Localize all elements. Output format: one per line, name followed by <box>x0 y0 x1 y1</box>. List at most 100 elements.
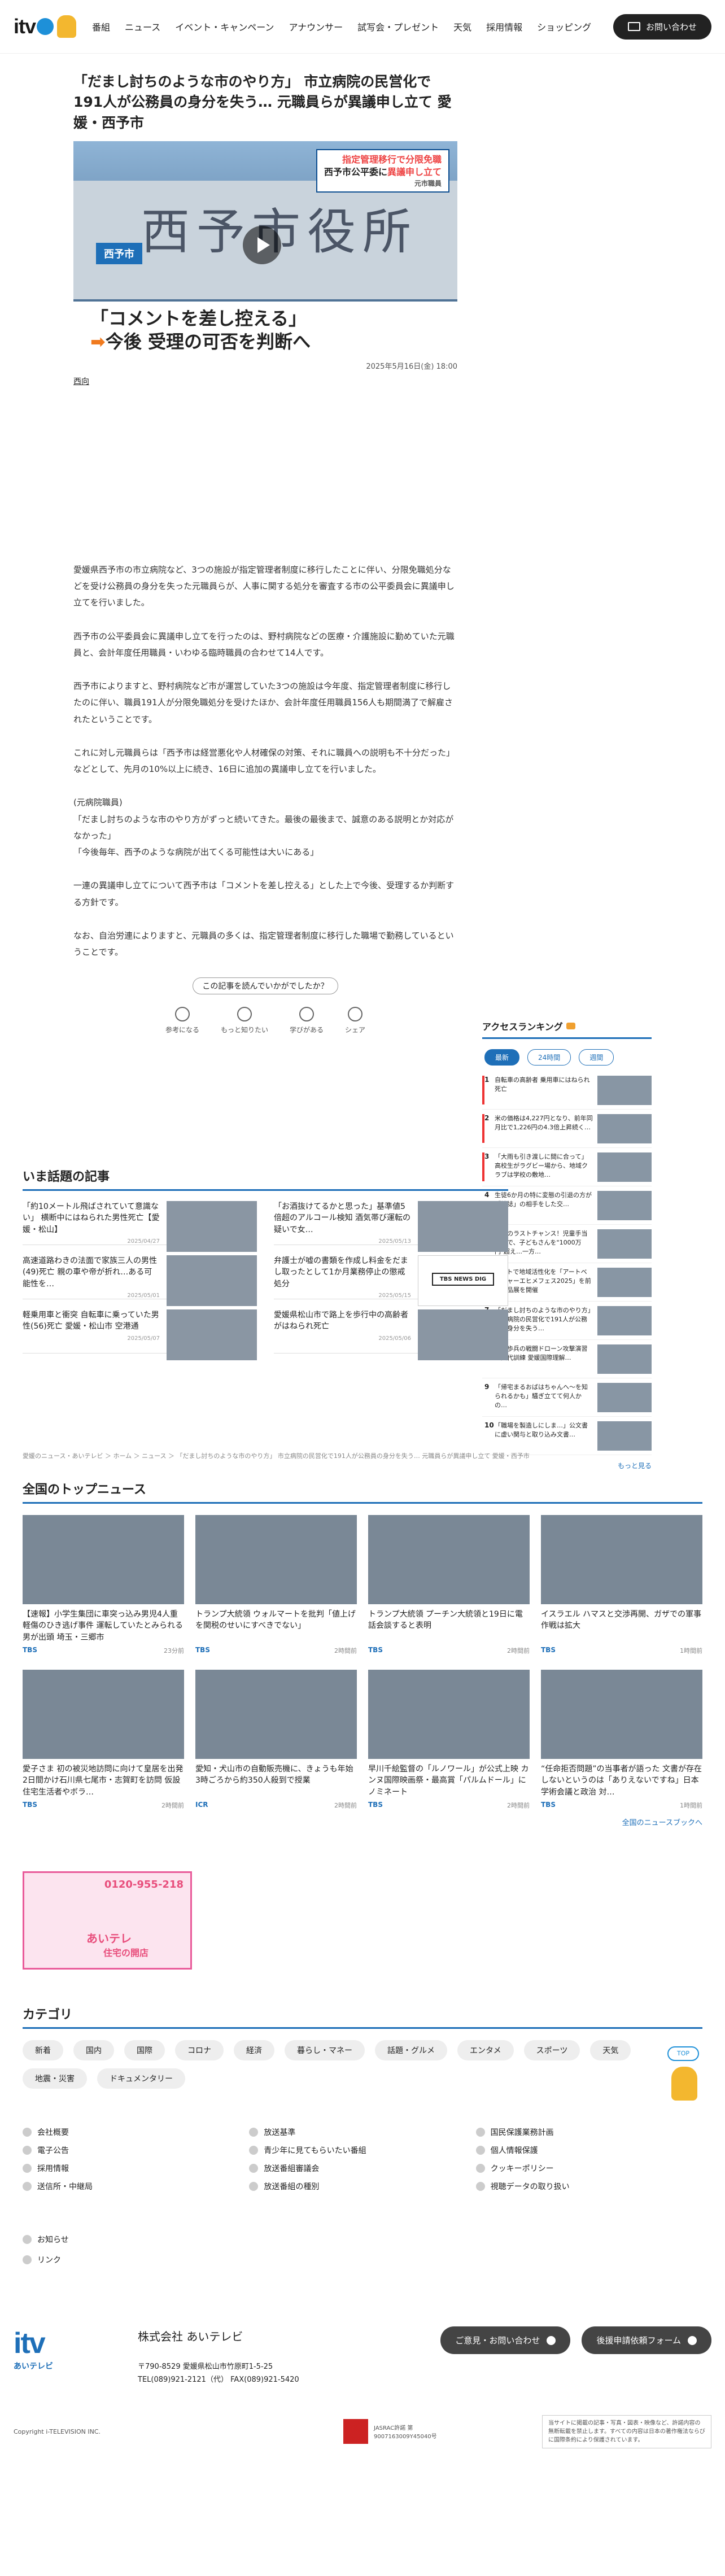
nav-item-news[interactable]: ニュース <box>125 20 160 33</box>
ranking-item[interactable]: 9 「帰宅まるおばはちゃんへ～を知られるかも」騒ぎ立てて何人かの… <box>482 1378 652 1417</box>
top-news-title: 早川千絵監督の「ルノワール」が公式上映 カンヌ国際映画祭・最高賞「パルムドール」… <box>368 1765 529 1797</box>
footer-link[interactable]: 送信所・中継局 <box>23 2181 249 2192</box>
category-pill[interactable]: スポーツ <box>523 2040 580 2060</box>
category-pill[interactable]: 国際 <box>124 2040 165 2060</box>
hot-news-title: 愛媛県松山市で路上を歩行中の高齢者がはねられ死亡 <box>274 1311 408 1331</box>
feedback-button[interactable]: ご意見・お問い合わせ <box>440 2326 571 2354</box>
top-news-image <box>368 1670 530 1759</box>
chevron-circle-icon <box>23 2146 32 2155</box>
hot-news-item[interactable]: 弁護士が嘘の書類を作成し料金をだまし取ったとして1か月業務停止の懲戒処分 2025… <box>274 1245 508 1306</box>
ranking-item-title: 「大雨も引き渡しに間に合って」高校生がラグビー場から、地域クラブは学校の敷地… <box>495 1153 588 1178</box>
footer-link[interactable]: 放送基準 <box>249 2127 475 2138</box>
nav-item-presents[interactable]: 試写会・プレゼント <box>357 20 439 33</box>
logo-mark-icon <box>37 18 54 35</box>
tab-24h[interactable]: 24時間 <box>527 1049 571 1066</box>
reaction-learn[interactable]: 学びがある <box>290 1007 324 1034</box>
category-pill[interactable]: コロナ <box>175 2040 224 2060</box>
category-pill[interactable]: 天気 <box>590 2040 631 2060</box>
nav-item-programs[interactable]: 番組 <box>92 20 110 33</box>
category-pill[interactable]: 地震・災害 <box>23 2068 87 2089</box>
footer-link[interactable]: 青少年に見てもらいたい番組 <box>249 2145 475 2156</box>
top-news-card[interactable]: イスラエル ハマスと交渉再開、ガザでの軍事作戦は拡大 TBS 1時間前 <box>541 1515 702 1655</box>
ranking-more-link[interactable]: もっと見る <box>482 1461 652 1470</box>
top-news-title: 全国のトップニュース <box>23 1479 702 1504</box>
footer-link[interactable]: 視聴データの取り扱い <box>475 2181 702 2192</box>
ranking-item-title: 戦車歩兵の戦闘ドローン攻撃演習で交代訓練 愛媛国際理解… <box>495 1345 588 1361</box>
reaction-share[interactable]: シェア <box>345 1007 365 1034</box>
page-top-button[interactable]: TOP <box>667 2046 701 2108</box>
nav-item-events[interactable]: イベント・キャンペーン <box>175 20 274 33</box>
category-pill[interactable]: 経済 <box>234 2040 274 2060</box>
footer-link[interactable]: 会社概要 <box>23 2127 249 2138</box>
play-icon[interactable] <box>243 225 281 264</box>
footer-link-label: お知らせ <box>37 2236 69 2245</box>
top-news-card[interactable]: トランプ大統領 ウォルマートを批判「値上げを関税のせいにすべきでない」 TBS 2時… <box>195 1515 357 1655</box>
footer-link[interactable]: 電子公告 <box>23 2145 249 2156</box>
chevron-circle-icon <box>23 2164 32 2173</box>
top-news-more-link[interactable]: 全国のニュースブックへ <box>23 1817 702 1827</box>
category-pill[interactable]: ドキュメンタリー <box>97 2068 185 2089</box>
article-date: 2025年5月16日(金) 18:00 <box>366 362 457 371</box>
category-pill[interactable]: エンタメ <box>457 2040 514 2060</box>
footer-link[interactable]: 放送番組の種別 <box>249 2181 475 2192</box>
nav-item-weather[interactable]: 天気 <box>453 20 471 33</box>
category-pill[interactable]: 国内 <box>73 2040 114 2060</box>
nav-item-recruit[interactable]: 採用情報 <box>486 20 522 33</box>
hot-news-date: 2025/05/07 <box>127 1335 160 1342</box>
hot-news-item[interactable]: 愛媛県松山市で路上を歩行中の高齢者がはねられ死亡 2025/05/06 <box>274 1299 508 1360</box>
share-icon <box>348 1007 363 1022</box>
footer-link[interactable]: お知らせ <box>23 2234 69 2245</box>
chevron-circle-icon <box>249 2182 259 2191</box>
ranking-item-title: 「だまし討ちのような市のやり方」市立病院の民営化で191人が公務員の身分を失う… <box>495 1307 591 1332</box>
top-news-source: ICR <box>195 1801 208 1809</box>
company-info: 株式会社 あいテレビ 〒790-8529 愛媛県松山市竹原町1-5-25 TEL… <box>138 2326 299 2387</box>
category-pill[interactable]: 暮らし・マネー <box>285 2040 365 2060</box>
top-news-card[interactable]: 【速報】小学生集団に車突っ込み男児4人重軽傷のひき逃げ事件 運転していたとみられ… <box>23 1515 184 1655</box>
top-news-image <box>541 1670 702 1759</box>
hot-news-item[interactable]: 高速道路わきの法面で家族三人の男性(49)死亡 親の車や帝が折れ…ある可能性を…… <box>23 1245 257 1306</box>
top-news-card[interactable]: “任命拒否問題”の当事者が語った 文書が存在しないというのは「ありえないですね」… <box>541 1670 702 1810</box>
top-news-title: イスラエル ハマスと交渉再開、ガザでの軍事作戦は拡大 <box>541 1610 702 1631</box>
ranking-item[interactable]: 1 自転車の高齢者 乗用車にはねられ死亡 <box>482 1071 652 1110</box>
category-pill[interactable]: 新着 <box>23 2040 63 2060</box>
ranking-item[interactable]: 10 「職場を製造しにしま…」公文書に虚い関与と取り込み文書… <box>482 1417 652 1455</box>
rank-number: 9 <box>484 1383 490 1391</box>
top-news-meta: TBS 23分前 <box>23 1646 184 1655</box>
reaction-helpful[interactable]: 参考になる <box>165 1007 199 1034</box>
article-video[interactable]: 西予市役所 西予市 指定管理移行で分限免職 西予市公平委に異議申し立て 元市職員… <box>73 141 457 356</box>
top-news-card[interactable]: 愛知・犬山市の自動販売機に、きょうも年始3時ごろから約350人殺到で授業 ICR 2… <box>195 1670 357 1810</box>
category-section: カテゴリ 新着 国内 国際 コロナ 経済 暮らし・マネー 話題・グルメ エンタメ スポーツ 天気地… <box>23 2005 702 2089</box>
ranking-item[interactable]: 2 米の価格は4,227円となり、前年同月比で1,226円の4.3倍上昇続く… <box>482 1110 652 1148</box>
footer-link[interactable]: リンク <box>23 2254 69 2265</box>
top-news-card[interactable]: トランプ大統領 プーチン大統領と19日に電話会談すると表明 TBS 2時間前 <box>368 1515 530 1655</box>
top-news-time: 2時間前 <box>507 1802 530 1809</box>
category-pill[interactable]: 話題・グルメ <box>375 2040 447 2060</box>
nav-item-shopping[interactable]: ショッピング <box>537 20 591 33</box>
site-logo[interactable]: itv <box>14 15 77 38</box>
top-news-card[interactable]: 愛子さま 初の被災地訪問に向けて皇居を出発 2日間かけ石川県七尾市・志賀町を訪問… <box>23 1670 184 1810</box>
chevron-circle-icon <box>23 2128 32 2137</box>
reaction-more[interactable]: もっと知りたい <box>221 1007 268 1034</box>
promo-banner[interactable]: 0120-955-218 あいテレ 住宅の開店 <box>23 1871 192 1970</box>
footer-link[interactable]: 放送番組審議会 <box>249 2163 475 2174</box>
nav-item-announcers[interactable]: アナウンサー <box>289 20 343 33</box>
footer-link[interactable]: 採用情報 <box>23 2163 249 2174</box>
top-news-card[interactable]: 早川千絵監督の「ルノワール」が公式上映 カンヌ国際映画祭・最高賞「パルムドール」… <box>368 1670 530 1810</box>
hot-news-item[interactable]: 「約10メートル飛ばされていて意識ない」 横断中にはねられた男性死亡【愛媛・松山… <box>23 1191 257 1252</box>
jasrac-logo-icon <box>343 2419 369 2444</box>
hot-news-item[interactable]: 軽乗用車と衝突 自転車に乗っていた男性(56)死亡 愛媛・松山市 空港通 2025… <box>23 1299 257 1360</box>
sponsorship-form-button[interactable]: 後援申請依頼フォーム <box>582 2326 711 2354</box>
tab-latest[interactable]: 最新 <box>484 1049 520 1066</box>
hot-news-item[interactable]: 「お酒抜けてるかと思った」基準値5倍超のアルコール検知 酒気帯び運転の疑いで女…… <box>274 1191 508 1252</box>
top-news-image <box>195 1515 357 1604</box>
footer-link[interactable]: 国民保護業務計画 <box>475 2127 702 2138</box>
area-link[interactable]: 西向 <box>73 376 457 387</box>
footer-link[interactable]: 個人情報保護 <box>475 2145 702 2156</box>
category-title: カテゴリ <box>23 2005 702 2029</box>
footer-link[interactable]: クッキーポリシー <box>475 2163 702 2174</box>
contact-button[interactable]: お問い合わせ <box>613 14 711 40</box>
breadcrumb[interactable]: 愛媛のニュース・あいテレビ ＞ ホーム ＞ ニュース ＞ 「だまし討ちのような市… <box>23 1451 530 1460</box>
hot-news-thumbnail <box>418 1309 508 1360</box>
tab-weekly[interactable]: 週間 <box>579 1049 614 1066</box>
footer-logo[interactable]: itv あいテレビ <box>14 2326 104 2372</box>
